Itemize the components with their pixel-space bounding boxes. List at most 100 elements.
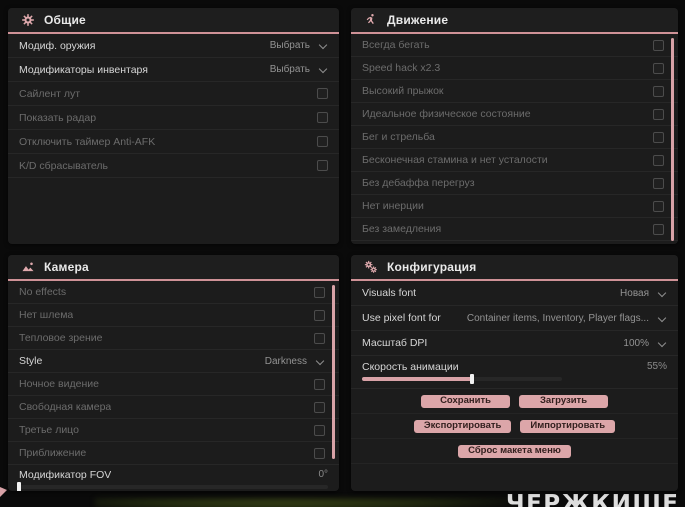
game-background-blur: [95, 499, 515, 507]
row-no-slowdown[interactable]: Без замедления: [351, 218, 678, 241]
panel-movement: Движение Всегда бегать Speed hack x2.3 В…: [351, 8, 678, 244]
button-row-reset: Сброс макета меню: [351, 439, 678, 464]
visuals-font-dropdown[interactable]: Новая: [620, 288, 667, 299]
panel-general: Общие Модиф. оружия Выбрать Модификаторы…: [8, 8, 339, 244]
movement-scrollbar[interactable]: [671, 38, 674, 241]
dropdown-value: Darkness: [264, 355, 307, 367]
row-no-effects[interactable]: No effects: [8, 281, 339, 304]
row-label: Use pixel font for: [362, 312, 441, 324]
dropdown-value: Выбрать: [269, 40, 310, 51]
show-radar-checkbox[interactable]: [317, 112, 328, 123]
row-perfect-condition[interactable]: Идеальное физическое состояние: [351, 103, 678, 126]
thermal-vision-checkbox[interactable]: [314, 332, 325, 344]
button-row-save-load: Сохранить Загрузить: [351, 389, 678, 414]
export-button[interactable]: Экспортировать: [413, 419, 512, 433]
slider-label: Модификатор FOV: [19, 468, 112, 481]
panel-movement-header: Движение: [351, 8, 678, 34]
row-zoom[interactable]: Приближение: [8, 442, 339, 465]
row-no-helmet[interactable]: Нет шлема: [8, 304, 339, 327]
panel-config: Конфигурация Visuals font Новая Use pixe…: [351, 255, 678, 491]
row-anti-afk-timer[interactable]: Отключить таймер Anti-AFK: [8, 130, 339, 154]
row-pixel-font: Use pixel font for Container items, Inve…: [351, 306, 678, 331]
row-free-camera[interactable]: Свободная камера: [8, 396, 339, 419]
fov-slider[interactable]: [17, 482, 328, 491]
no-slowdown-checkbox[interactable]: [653, 223, 664, 235]
panel-camera-header: Камера: [8, 255, 339, 281]
night-vision-checkbox[interactable]: [314, 378, 325, 390]
inventory-mods-dropdown[interactable]: Выбрать: [270, 64, 328, 75]
fov-slider-thumb[interactable]: [17, 482, 21, 491]
row-label: Бег и стрельба: [362, 131, 435, 143]
row-label: Нет инерции: [362, 200, 424, 212]
third-person-checkbox[interactable]: [314, 424, 325, 436]
row-no-overload-debuff[interactable]: Без дебаффа перегруз: [351, 172, 678, 195]
silent-loot-checkbox[interactable]: [317, 88, 328, 99]
no-effects-checkbox[interactable]: [314, 286, 325, 298]
row-label: K/D сбрасыватель: [19, 159, 109, 172]
row-no-inertia[interactable]: Нет инерции: [351, 195, 678, 218]
row-label: Ночное видение: [19, 378, 99, 390]
dropdown-value: 100%: [623, 337, 649, 349]
run-and-shoot-checkbox[interactable]: [653, 131, 664, 143]
import-button[interactable]: Импортировать: [520, 419, 616, 433]
no-overload-debuff-checkbox[interactable]: [653, 177, 664, 189]
high-jump-checkbox[interactable]: [653, 85, 664, 97]
pointer-artifact: [0, 487, 7, 497]
dpi-scale-dropdown[interactable]: 100%: [623, 338, 667, 349]
row-kd-resetter[interactable]: K/D сбрасыватель: [8, 154, 339, 178]
row-label: Модификаторы инвентаря: [19, 63, 148, 76]
reset-layout-button[interactable]: Сброс макета меню: [458, 444, 571, 458]
row-night-vision[interactable]: Ночное видение: [8, 373, 339, 396]
chevron-down-icon: [658, 289, 667, 298]
chevron-down-icon: [658, 314, 667, 323]
row-speed-hack[interactable]: Speed hack x2.3: [351, 57, 678, 80]
image-icon: [21, 260, 35, 274]
kd-resetter-checkbox[interactable]: [317, 160, 328, 171]
load-button[interactable]: Загрузить: [519, 394, 608, 408]
row-label: Style: [19, 355, 43, 367]
row-label: Visuals font: [362, 287, 417, 299]
row-dpi-scale: Масштаб DPI 100%: [351, 331, 678, 356]
row-infinite-stamina[interactable]: Бесконечная стамина и нет усталости: [351, 149, 678, 172]
free-camera-checkbox[interactable]: [314, 401, 325, 413]
row-label: Свободная камера: [19, 401, 112, 413]
perfect-condition-checkbox[interactable]: [653, 108, 664, 120]
slider-fill: [362, 374, 474, 384]
game-watermark-text: ЧЕРЖКИШЕ: [506, 491, 680, 507]
chevron-down-icon: [316, 357, 325, 366]
save-button[interactable]: Сохранить: [421, 394, 510, 408]
row-weapon-mod: Модиф. оружия Выбрать: [8, 34, 339, 58]
row-label: Высокий прыжок: [362, 85, 444, 97]
dropdown-value: Container items, Inventory, Player flags…: [466, 312, 649, 324]
row-always-run[interactable]: Всегда бегать: [351, 34, 678, 57]
row-label: Приближение: [19, 447, 87, 459]
no-helmet-checkbox[interactable]: [314, 309, 325, 321]
row-label: Масштаб DPI: [362, 337, 428, 349]
style-dropdown[interactable]: Darkness: [265, 356, 325, 367]
row-show-radar[interactable]: Показать радар: [8, 106, 339, 130]
dropdown-value: Новая: [620, 287, 649, 299]
camera-scrollbar[interactable]: [332, 285, 335, 459]
button-row-export-import: Экспортировать Импортировать: [351, 414, 678, 439]
infinite-stamina-checkbox[interactable]: [653, 154, 664, 166]
row-third-person[interactable]: Третье лицо: [8, 419, 339, 442]
row-high-jump[interactable]: Высокий прыжок: [351, 80, 678, 103]
row-style: Style Darkness: [8, 350, 339, 373]
row-label: Нет шлема: [19, 309, 74, 321]
no-inertia-checkbox[interactable]: [653, 200, 664, 212]
row-label: Тепловое зрение: [19, 332, 103, 344]
gear-icon: [21, 13, 35, 27]
zoom-checkbox[interactable]: [314, 447, 325, 459]
pixel-font-dropdown[interactable]: Container items, Inventory, Player flags…: [467, 313, 667, 324]
anti-afk-timer-checkbox[interactable]: [317, 136, 328, 147]
row-run-and-shoot[interactable]: Бег и стрельба: [351, 126, 678, 149]
panel-title: Камера: [44, 260, 89, 274]
weapon-mod-dropdown[interactable]: Выбрать: [270, 40, 328, 51]
row-label: Идеальное физическое состояние: [362, 108, 531, 120]
row-thermal-vision[interactable]: Тепловое зрение: [8, 327, 339, 350]
slider-thumb[interactable]: [470, 374, 474, 384]
speed-hack-checkbox[interactable]: [653, 62, 664, 74]
row-silent-loot[interactable]: Сайлент лут: [8, 82, 339, 106]
always-run-checkbox[interactable]: [653, 39, 664, 51]
animation-speed-slider[interactable]: [362, 374, 562, 384]
